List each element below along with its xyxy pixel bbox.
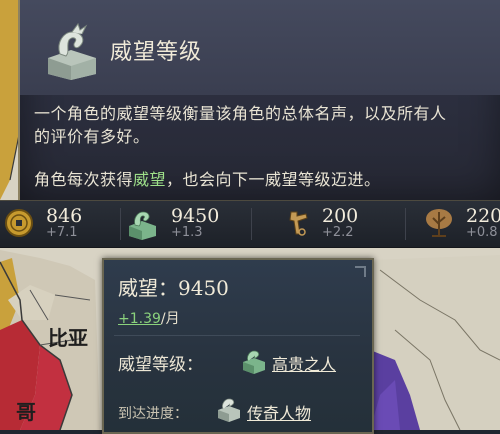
tooltip-desc-line1: 一个角色的威望等级衡量该角色的总体名声，以及所有人 bbox=[34, 104, 447, 123]
tree-icon bbox=[426, 209, 452, 237]
resource-piety[interactable]: 200 +2.2 bbox=[252, 201, 392, 247]
resource-dynasty[interactable]: 220 +0.8 bbox=[406, 201, 500, 247]
tooltip-desc-line3: 角色每次获得威望，也会向下一威望等级迈进。 bbox=[34, 168, 500, 191]
dynasty-change: +0.8 bbox=[466, 225, 498, 240]
tooltip-title: 威望等级 bbox=[110, 40, 203, 65]
tooltip-body: 一个角色的威望等级衡量该角色的总体名声，以及所有人 的评价有多好。 角色每次获得… bbox=[34, 102, 500, 191]
coin-icon bbox=[5, 209, 33, 237]
line3-suffix: ，也会向下一威望等级迈进。 bbox=[166, 170, 381, 189]
prestige-value: 9450 bbox=[171, 205, 220, 227]
gold-change: +7.1 bbox=[46, 225, 78, 240]
jade-dragon-icon bbox=[243, 350, 265, 374]
prestige-rate-value[interactable]: +1.39 bbox=[118, 311, 161, 327]
piety-icon bbox=[289, 211, 308, 236]
map-label-partial: 哥 bbox=[16, 400, 36, 424]
prestige-rate: +1.39/月 bbox=[118, 308, 180, 328]
prestige-rate-unit: /月 bbox=[160, 311, 180, 327]
prestige-change: +1.3 bbox=[171, 225, 203, 240]
tooltip-desc-line2: 的评价有多好。 bbox=[34, 127, 150, 146]
prestige-link[interactable]: 威望 bbox=[133, 170, 166, 189]
progress-target-value[interactable]: 传奇人物 bbox=[247, 400, 311, 424]
line3-prefix: 角色每次获得 bbox=[34, 170, 134, 189]
map-label-biya: 比亚 bbox=[48, 326, 88, 350]
pin-corner-icon[interactable] bbox=[354, 266, 366, 278]
piety-value: 200 bbox=[322, 205, 359, 227]
resource-bar: 846 +7.1 9450 +1.3 200 +2.2 220 +0.8 bbox=[0, 200, 500, 248]
jade-dragon-icon bbox=[218, 398, 240, 422]
resource-gold[interactable]: 846 +7.1 bbox=[0, 201, 120, 247]
prestige-level-label[interactable]: 威望等级： bbox=[118, 350, 203, 375]
dynasty-value: 220 bbox=[466, 205, 500, 227]
gold-value: 846 bbox=[46, 205, 83, 227]
progress-label: 到达进度： bbox=[118, 406, 188, 422]
resource-prestige[interactable]: 9450 +1.3 bbox=[121, 201, 251, 247]
prestige-total: 威望：9450 bbox=[118, 276, 229, 300]
piety-change: +2.2 bbox=[322, 225, 354, 240]
jade-dragon-icon bbox=[129, 211, 156, 240]
prestige-detail-tooltip: 威望：9450 +1.39/月 威望等级： 高贵之人 到达进度： 传奇人物 bbox=[102, 258, 374, 434]
separator bbox=[114, 335, 360, 336]
jade-dragon-icon bbox=[48, 22, 96, 80]
prestige-level-value[interactable]: 高贵之人 bbox=[272, 351, 336, 375]
prestige-level-tooltip: 威望等级 一个角色的威望等级衡量该角色的总体名声，以及所有人 的评价有多好。 角… bbox=[18, 0, 500, 202]
